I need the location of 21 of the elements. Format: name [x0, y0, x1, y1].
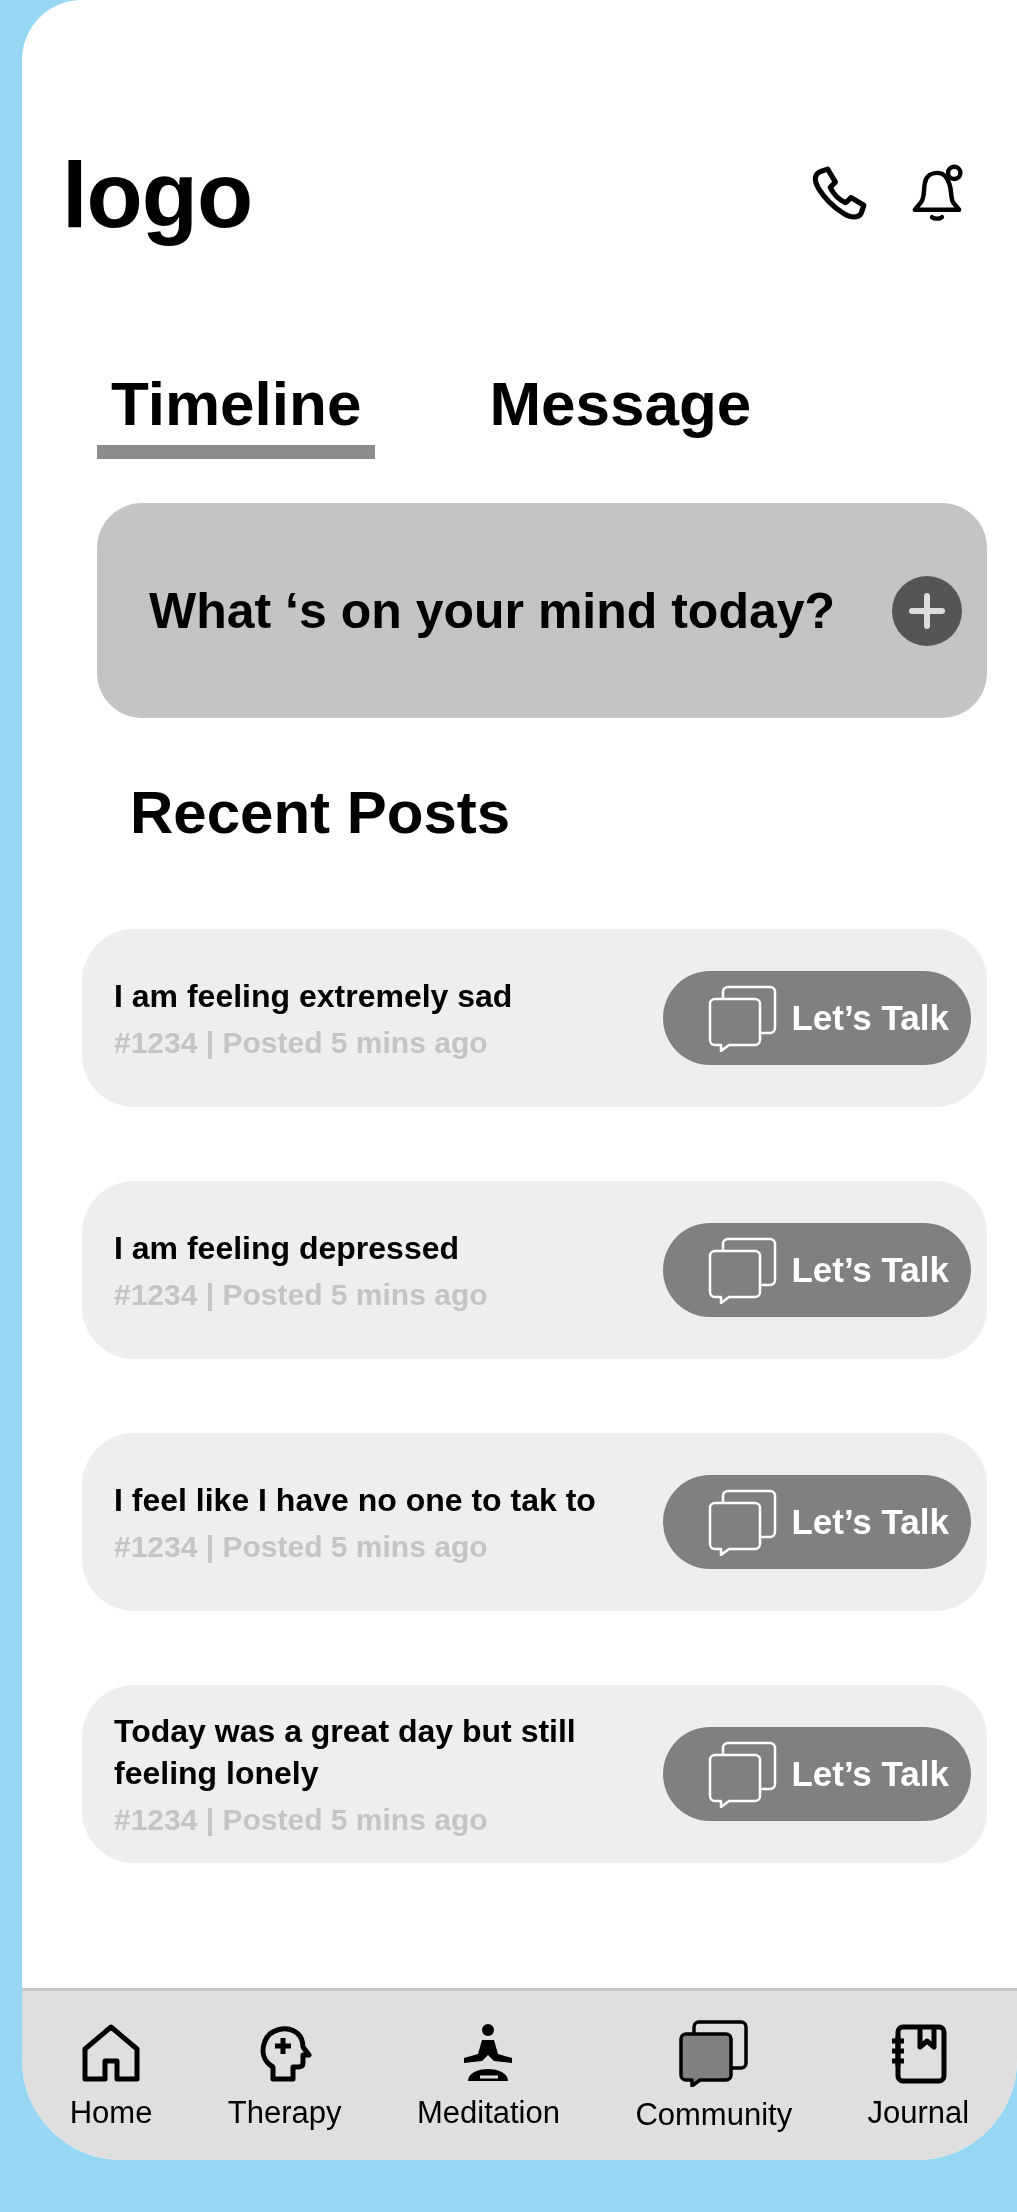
post-text: I am feeling extremely sad — [114, 977, 513, 1017]
post-text: I am feeling depressed — [114, 1229, 460, 1269]
chat-bubbles-icon — [677, 2018, 750, 2087]
tab[interactable]: Timeline — [97, 368, 376, 459]
logo: logo — [62, 142, 253, 248]
nav-item[interactable]: Meditation — [416, 2020, 560, 2131]
lets-talk-button[interactable]: Let’s Talk — [663, 971, 971, 1065]
post-text: I feel like I have no one to tak to — [114, 1481, 596, 1521]
lets-talk-button[interactable]: Let’s Talk — [663, 1727, 971, 1821]
section-title: Recent Posts — [130, 778, 512, 847]
add-icon — [892, 575, 962, 646]
new-post-button[interactable]: What ‘s on your mind today? — [97, 503, 987, 718]
post-text: Today was a great day but still feeling lonely — [114, 1712, 577, 1793]
post-prompt: What ‘s on your mind today? — [149, 581, 836, 640]
nav-item[interactable]: Community — [635, 2018, 793, 2133]
nav-item[interactable]: Therapy — [227, 2020, 342, 2131]
lets-talk-button[interactable]: Let’s Talk — [663, 1475, 971, 1569]
nav-item[interactable]: Home — [69, 2020, 153, 2131]
lets-talk-button[interactable]: Let’s Talk — [663, 1223, 971, 1317]
tab[interactable]: Message — [475, 368, 766, 459]
nav-item[interactable]: Journal — [867, 2020, 970, 2131]
